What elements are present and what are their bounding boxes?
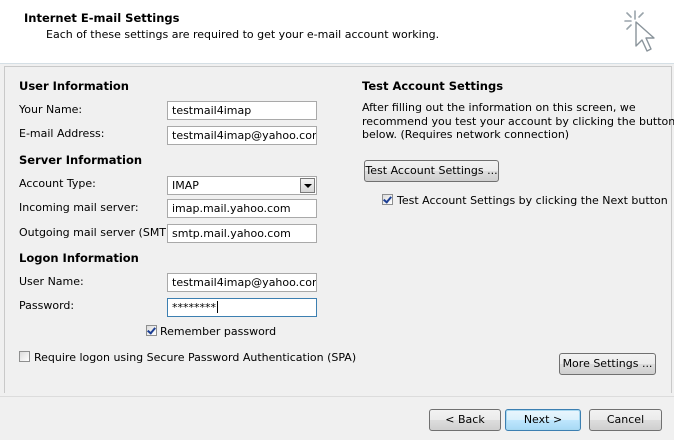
your-name-label: Your Name: — [19, 103, 83, 116]
test-account-settings-button[interactable]: Test Account Settings ... — [364, 160, 499, 182]
password-label: Password: — [19, 299, 75, 312]
next-button[interactable]: Next > — [505, 409, 581, 431]
test-description-line-1: After filling out the information on thi… — [362, 101, 636, 114]
email-address-label: E-mail Address: — [19, 127, 105, 140]
password-value: ******** — [172, 301, 216, 314]
more-settings-button[interactable]: More Settings ... — [559, 353, 656, 375]
server-information-heading: Server Information — [19, 153, 143, 167]
dialog-header: Internet E-mail Settings Each of these s… — [0, 0, 674, 64]
user-information-heading: User Information — [19, 79, 129, 93]
auto-test-checkbox[interactable] — [382, 194, 393, 205]
account-type-label: Account Type: — [19, 177, 96, 190]
back-button[interactable]: < Back — [429, 409, 501, 431]
test-description-line-2: recommend you test your account by click… — [362, 115, 674, 128]
user-name-field[interactable]: testmail4imap@yahoo.com — [167, 273, 317, 292]
user-name-label: User Name: — [19, 275, 84, 288]
footer-divider — [0, 396, 674, 397]
test-description-line-3: below. (Requires network connection) — [362, 128, 570, 141]
cancel-button[interactable]: Cancel — [589, 409, 662, 431]
incoming-server-label: Incoming mail server: — [19, 201, 139, 214]
outgoing-server-label: Outgoing mail server (SMTP): — [19, 226, 181, 239]
auto-test-label[interactable]: Test Account Settings by clicking the Ne… — [397, 194, 668, 207]
your-name-field[interactable]: testmail4imap — [167, 101, 317, 120]
account-type-value: IMAP — [172, 179, 199, 192]
text-caret — [217, 301, 218, 313]
cursor-sparkle-icon — [624, 10, 655, 52]
test-account-heading: Test Account Settings — [362, 79, 504, 93]
chevron-down-icon[interactable] — [300, 178, 315, 193]
outgoing-server-field[interactable]: smtp.mail.yahoo.com — [167, 224, 317, 243]
incoming-server-field[interactable]: imap.mail.yahoo.com — [167, 199, 317, 218]
account-type-select[interactable]: IMAP — [167, 176, 317, 195]
dialog-title: Internet E-mail Settings — [24, 11, 180, 25]
logon-information-heading: Logon Information — [19, 251, 139, 265]
dialog-subtitle: Each of these settings are required to g… — [46, 28, 440, 41]
spa-label[interactable]: Require logon using Secure Password Auth… — [34, 351, 356, 364]
password-field[interactable]: ******** — [167, 298, 317, 317]
remember-password-label[interactable]: Remember password — [160, 325, 276, 338]
remember-password-checkbox[interactable] — [146, 325, 157, 336]
email-address-field[interactable]: testmail4imap@yahoo.com — [167, 126, 317, 145]
spa-checkbox[interactable] — [19, 351, 30, 362]
